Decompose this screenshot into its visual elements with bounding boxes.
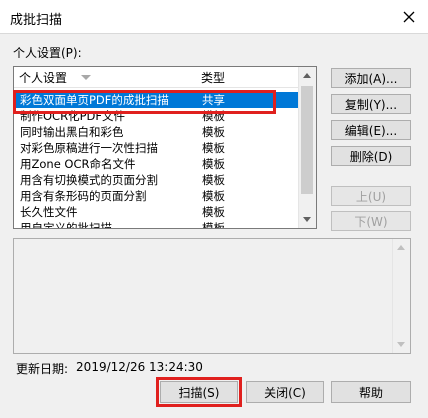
scan-button-annotation: [156, 377, 242, 407]
list-item-type: 模板: [202, 141, 225, 155]
description-scrollbar[interactable]: [392, 239, 410, 353]
list-item-name: 用含有切换模式的页面分割: [20, 173, 158, 187]
close-button[interactable]: 关闭(C): [246, 381, 324, 403]
list-item[interactable]: 用含有条形码的页面分割 模板: [14, 188, 299, 204]
scroll-up-icon[interactable]: [397, 245, 405, 250]
help-button[interactable]: 帮助: [331, 381, 411, 403]
updated-date: 更新日期: 2019/12/26 13:24:30: [16, 360, 203, 377]
scroll-down-icon[interactable]: [303, 217, 311, 222]
list-item-name: 对彩色原稿进行一次性扫描: [20, 141, 158, 155]
list-item-type: 模板: [202, 205, 225, 219]
list-item[interactable]: 用自定义的批扫描 模板: [14, 220, 299, 229]
title-bar: 成批扫描: [0, 0, 428, 34]
list-item-type: 模板: [202, 173, 225, 187]
list-item[interactable]: 用Zone OCR命名文件 模板: [14, 156, 299, 172]
list-item[interactable]: 用含有切换模式的页面分割 模板: [14, 172, 299, 188]
updated-date-label: 更新日期:: [16, 362, 69, 376]
column-header-type[interactable]: 类型: [196, 67, 272, 88]
list-item-name: 长久性文件: [20, 205, 78, 219]
scroll-up-icon[interactable]: [303, 73, 311, 78]
selected-row-annotation: [13, 90, 276, 114]
copy-button[interactable]: 复制(Y)...: [331, 94, 411, 114]
list-item-type: 模板: [202, 189, 225, 203]
sort-arrow-icon: [81, 74, 92, 80]
updated-date-value: 2019/12/26 13:24:30: [76, 360, 203, 374]
list-item-name: 同时输出黑白和彩色: [20, 125, 124, 139]
move-down-button[interactable]: 下(W): [331, 211, 411, 231]
scroll-thumb[interactable]: [301, 86, 313, 194]
list-item-type: 模板: [202, 125, 225, 139]
list-item[interactable]: 长久性文件 模板: [14, 204, 299, 220]
list-item-name: 用自定义的批扫描: [20, 221, 112, 229]
delete-button[interactable]: 删除(D): [331, 146, 411, 166]
list-item-name: 用含有条形码的页面分割: [20, 189, 147, 203]
column-header-name[interactable]: 个人设置: [14, 67, 202, 88]
add-button[interactable]: 添加(A)...: [331, 68, 411, 88]
description-box: [13, 238, 411, 354]
window-title: 成批扫描: [10, 13, 63, 28]
move-up-button[interactable]: 上(U): [331, 186, 411, 206]
close-icon: [403, 11, 415, 23]
settings-label: 个人设置(P):: [13, 46, 82, 60]
scroll-down-icon[interactable]: [397, 342, 405, 347]
list-item[interactable]: 对彩色原稿进行一次性扫描 模板: [14, 140, 299, 156]
column-header-name-label: 个人设置: [19, 70, 68, 85]
list-item-type: 模板: [202, 157, 225, 171]
column-header-type-label: 类型: [201, 70, 226, 85]
edit-button[interactable]: 编辑(E)...: [331, 120, 411, 140]
list-scrollbar[interactable]: [298, 67, 316, 228]
list-item-type: 模板: [202, 221, 225, 229]
list-item[interactable]: 同时输出黑白和彩色 模板: [14, 124, 299, 140]
close-window-button[interactable]: [396, 5, 422, 29]
list-item-name: 用Zone OCR命名文件: [20, 157, 136, 171]
